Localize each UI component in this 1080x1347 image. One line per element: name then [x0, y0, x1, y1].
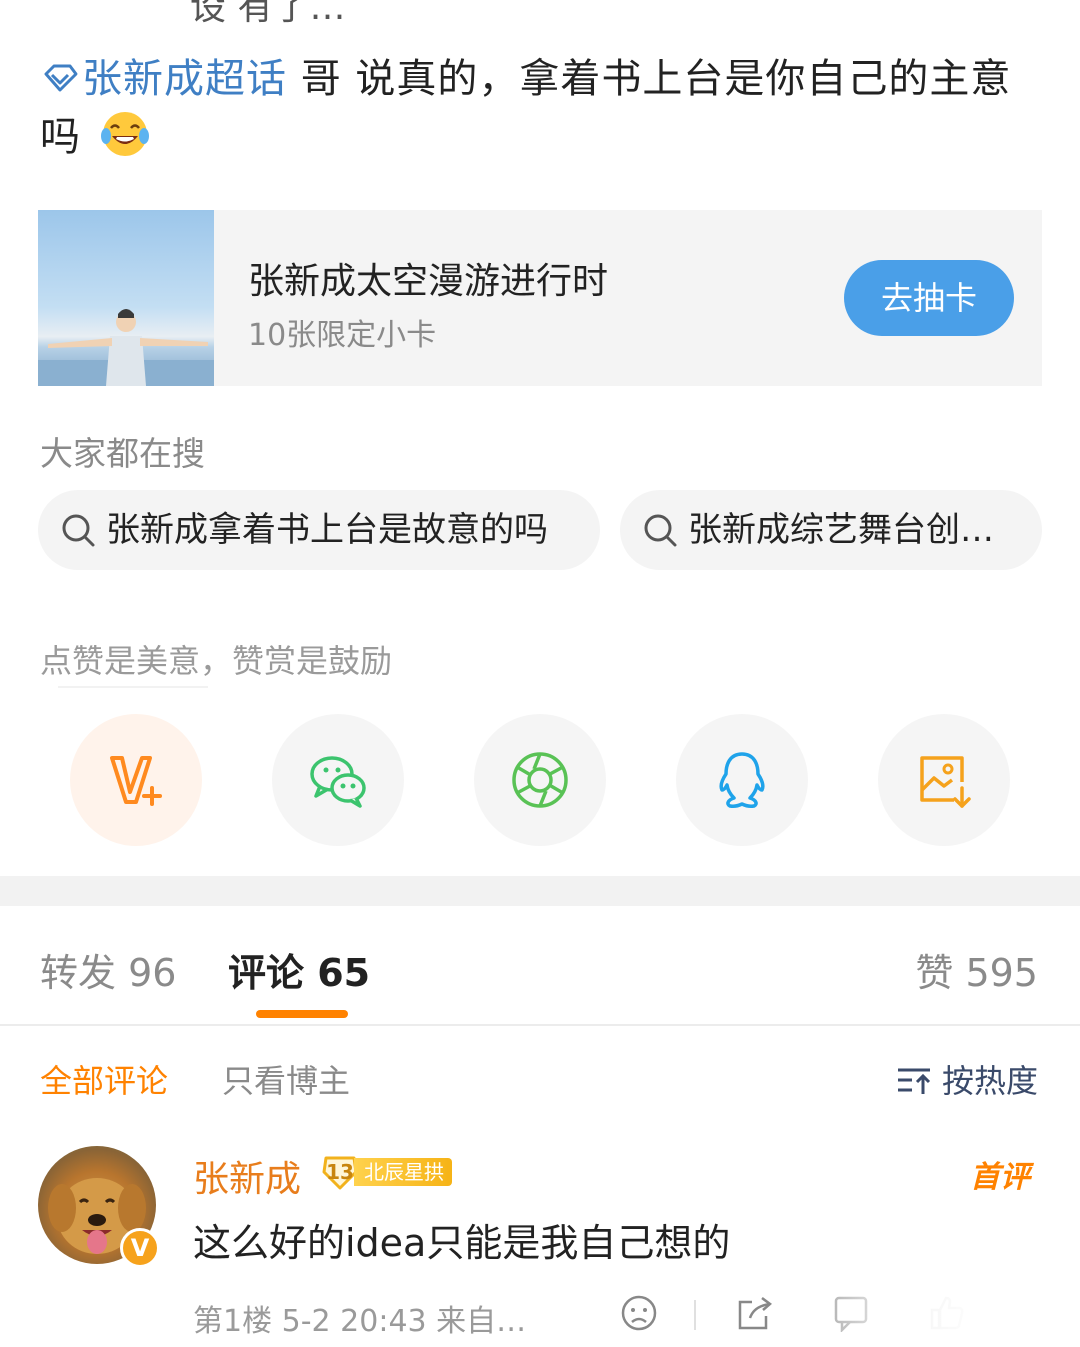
topic-link[interactable]: 张新成超话: [40, 56, 287, 102]
tooltip-pointer: [118, 688, 154, 702]
laughing-tears-emoji-icon: [100, 112, 149, 156]
verified-badge: V: [120, 1228, 160, 1268]
v-plus-icon: [110, 756, 162, 806]
topic-label: 张新成超话: [82, 56, 287, 102]
filter-author-only[interactable]: 只看博主: [222, 1056, 350, 1102]
share-comment-button[interactable]: [736, 1294, 774, 1336]
card-thumbnail: [38, 210, 214, 386]
comment-text: 这么好的idea只能是我自己想的: [193, 1221, 731, 1265]
post-text: 张新成超话 哥 说真的，拿着书上台是你自己的主意吗: [40, 50, 1040, 166]
sort-label: 按热度: [941, 1062, 1038, 1100]
search-chip-label: 张新成拿着书上台是故意的吗: [106, 510, 548, 550]
moments-icon: [512, 752, 568, 808]
super-topic-icon: [44, 64, 78, 92]
screenshot-fade-overlay: [780, 1280, 1080, 1347]
fan-level-badge[interactable]: 13 北辰星拱: [318, 1154, 456, 1190]
qq-icon: [719, 752, 765, 808]
qq-share-button[interactable]: [676, 714, 808, 846]
first-comment-tag: 首评: [970, 1160, 1030, 1195]
search-chip[interactable]: 张新成拿着书上台是故意的吗: [38, 490, 600, 570]
promo-card[interactable]: 张新成太空漫游进行时 10张限定小卡 去抽卡: [38, 210, 1042, 386]
card-subtitle: 10张限定小卡: [248, 318, 437, 353]
search-icon: [644, 514, 677, 547]
wechat-share-button[interactable]: [272, 714, 404, 846]
draw-card-button[interactable]: 去抽卡: [844, 260, 1014, 336]
sort-icon: [897, 1068, 931, 1094]
v-plus-button[interactable]: [70, 714, 202, 846]
tabs-divider: [0, 1024, 1080, 1026]
comment-username[interactable]: 张新成: [193, 1150, 301, 1202]
person-arms-open-image: [38, 309, 214, 386]
active-tab-indicator: [256, 1010, 348, 1018]
trending-search-title: 大家都在搜: [40, 434, 205, 473]
level-title: 北辰星拱: [354, 1158, 452, 1186]
filter-all-comments[interactable]: 全部评论: [40, 1056, 168, 1102]
search-chip[interactable]: 张新成综艺舞台创…: [620, 490, 1042, 570]
comment-meta: 第1楼 5-2 20:43 来自…: [193, 1304, 527, 1339]
tab-repost[interactable]: 转发 96: [40, 942, 176, 997]
wechat-icon: [310, 756, 366, 808]
dislike-button[interactable]: [620, 1294, 658, 1336]
share-title: 点赞是美意，赞赏是鼓励: [40, 642, 393, 680]
save-image-button[interactable]: [878, 714, 1010, 846]
card-title: 张新成太空漫游进行时: [248, 261, 609, 302]
section-divider: [0, 876, 1080, 906]
moments-share-button[interactable]: [474, 714, 606, 846]
search-icon: [62, 514, 95, 547]
action-separator: [694, 1300, 696, 1330]
tab-like[interactable]: 赞 595: [915, 942, 1038, 997]
previous-content-cutoff: 设 有了…: [190, 0, 346, 28]
share-icon: [738, 1297, 772, 1330]
frown-face-icon: [621, 1295, 657, 1331]
search-chip-label: 张新成综艺舞台创…: [688, 510, 994, 550]
sort-by-popularity-button[interactable]: 按热度: [896, 1056, 1038, 1102]
save-image-icon: [920, 756, 971, 808]
verified-mark: V: [130, 1234, 150, 1262]
tab-comment[interactable]: 评论 65: [228, 942, 370, 997]
